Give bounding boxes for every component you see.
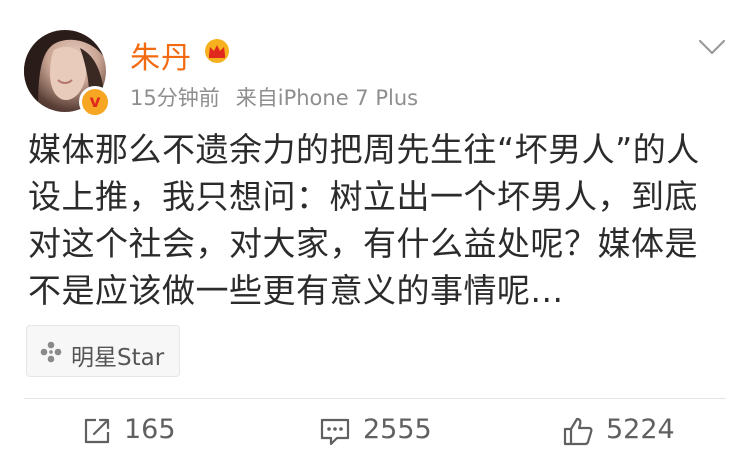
weibo-post-card: v 朱丹 15分钟前 来自iPhone 7 Plus 媒体那么不遗余力的把周先生往… <box>0 0 750 468</box>
topic-tag[interactable]: 明星Star <box>26 325 180 377</box>
repost-button[interactable]: 165 <box>82 414 192 450</box>
post-source[interactable]: 来自iPhone 7 Plus <box>236 86 418 110</box>
crown-icon <box>205 39 229 63</box>
post-meta: 15分钟前 来自iPhone 7 Plus <box>130 82 418 112</box>
flower-icon <box>40 341 62 363</box>
verified-badge: v <box>79 86 111 118</box>
repost-icon <box>84 418 110 444</box>
divider <box>24 398 726 399</box>
comment-count: 2555 <box>363 414 432 445</box>
comment-button[interactable]: 2555 <box>319 414 439 450</box>
chevron-down-icon[interactable] <box>698 38 726 56</box>
repost-count: 165 <box>124 414 176 445</box>
like-button[interactable]: 5224 <box>562 414 682 450</box>
username[interactable]: 朱丹 <box>130 33 192 77</box>
comment-icon <box>320 418 350 446</box>
thumbs-up-icon <box>563 417 593 446</box>
post-time: 15分钟前 <box>130 86 220 110</box>
post-content: 媒体那么不遗余力的把周先生往“坏男人”的人设上推，我只想问：树立出一个坏男人，到… <box>28 130 700 310</box>
topic-tag-label: 明星Star <box>71 345 165 371</box>
like-count: 5224 <box>606 414 675 445</box>
